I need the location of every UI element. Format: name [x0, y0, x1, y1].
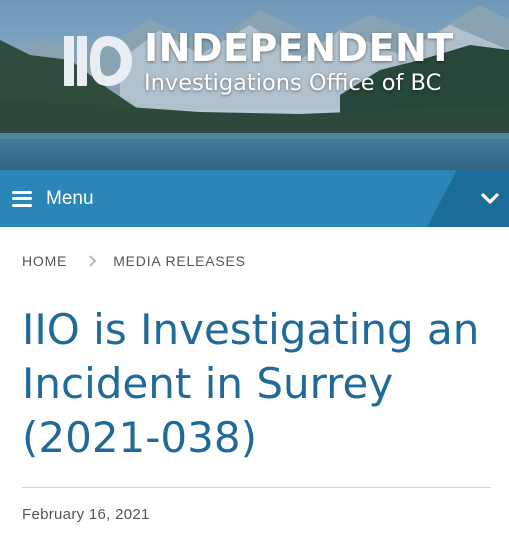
- logo-subtitle: Investigations Office of BC: [144, 70, 442, 96]
- logo-title: INDEPENDENT: [144, 26, 454, 70]
- menu-button[interactable]: Menu: [12, 188, 94, 210]
- chevron-right-icon: [89, 255, 97, 267]
- menu-label: Menu: [46, 187, 94, 209]
- site-logo[interactable]: INDEPENDENT Investigations Office of BC: [62, 28, 454, 96]
- chevron-down-icon: [481, 192, 499, 204]
- hamburger-icon: [12, 190, 32, 207]
- breadcrumb-media-releases[interactable]: MEDIA RELEASES: [113, 253, 246, 269]
- divider: [22, 487, 491, 488]
- menu-bar: Menu: [0, 170, 509, 227]
- publish-date: February 16, 2021: [22, 506, 150, 523]
- page-title: IIO is Investigating an Incident in Surr…: [22, 305, 480, 462]
- site-header: INDEPENDENT Investigations Office of BC: [0, 0, 509, 170]
- breadcrumb: HOME MEDIA RELEASES: [22, 253, 509, 269]
- menu-expand-button[interactable]: [427, 170, 509, 227]
- iio-logo-icon: [64, 36, 132, 86]
- breadcrumb-home[interactable]: HOME: [22, 253, 67, 269]
